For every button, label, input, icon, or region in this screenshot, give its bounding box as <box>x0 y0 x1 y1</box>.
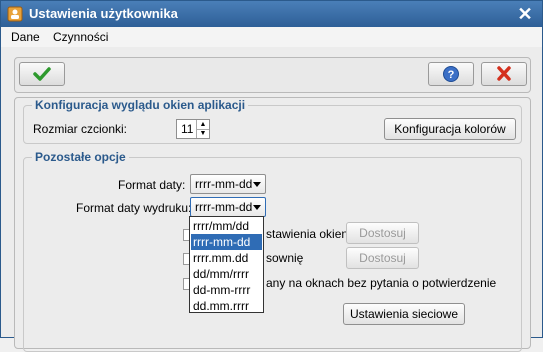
third-option-label: any na oknach bez pytania o potwierdzeni… <box>266 276 497 290</box>
chevron-down-icon <box>253 182 261 187</box>
window-settings-label: stawienia okien <box>266 227 349 241</box>
window-title: Ustawienia użytkownika <box>29 6 178 21</box>
dropdown-option[interactable]: rrrr.mm.dd <box>191 250 262 266</box>
svg-text:?: ? <box>448 69 455 81</box>
print-date-format-label: Format daty wydruku: <box>76 201 192 215</box>
spin-down-icon[interactable]: ▼ <box>196 129 209 138</box>
print-date-format-select[interactable]: rrrr-mm-dd <box>190 197 266 217</box>
other-options-legend: Pozostałe opcje <box>35 150 126 164</box>
second-option-label: sownię <box>266 251 304 265</box>
menu-dane[interactable]: Dane <box>11 30 40 44</box>
appearance-legend: Konfiguracja wyglądu okien aplikacji <box>35 98 246 112</box>
help-icon: ? <box>443 66 459 82</box>
confirm-button[interactable] <box>19 62 65 86</box>
settings-window: Ustawienia użytkownika ✕ Dane Czynności … <box>0 0 543 352</box>
date-format-dropdown-list: rrrr/mm/dd rrrr-mm-dd rrrr.mm.dd dd/mm/r… <box>189 216 264 313</box>
checkmark-icon <box>33 67 51 81</box>
cancel-x-icon <box>497 66 511 81</box>
print-date-format-value: rrrr-mm-dd <box>195 200 253 214</box>
dropdown-option[interactable]: dd-mm-rrrr <box>191 282 262 298</box>
date-format-label: Format daty: <box>118 178 186 192</box>
font-size-stepper[interactable]: 11 ▲ ▼ <box>176 119 210 139</box>
title-bar[interactable]: Ustawienia użytkownika ✕ <box>1 1 542 27</box>
menu-czynnosci[interactable]: Czynności <box>53 30 108 44</box>
app-icon <box>7 6 23 22</box>
help-button[interactable]: ? <box>428 62 474 86</box>
font-size-value: 11 <box>181 122 194 136</box>
toolbar: ? <box>14 57 531 93</box>
customize-button-2[interactable]: Dostosuj <box>346 247 419 269</box>
dropdown-option-selected[interactable]: rrrr-mm-dd <box>191 234 262 250</box>
font-size-label: Rozmiar czcionki: <box>33 122 128 136</box>
colors-config-button[interactable]: Konfiguracja kolorów <box>384 118 516 140</box>
date-format-value: rrrr-mm-dd <box>195 177 253 191</box>
chevron-down-icon <box>253 205 261 210</box>
network-settings-button[interactable]: Ustawienia sieciowe <box>343 303 465 325</box>
settings-panel: Konfiguracja wyglądu okien aplikacji Roz… <box>14 97 531 352</box>
dropdown-option[interactable]: dd/mm/rrrr <box>191 266 262 282</box>
dropdown-option[interactable]: rrrr/mm/dd <box>191 218 262 234</box>
menu-bar: Dane Czynności <box>1 27 542 47</box>
cancel-button[interactable] <box>481 62 527 86</box>
close-icon[interactable]: ✕ <box>516 5 534 23</box>
customize-button-1[interactable]: Dostosuj <box>346 222 419 244</box>
date-format-select[interactable]: rrrr-mm-dd <box>190 174 266 194</box>
dropdown-option[interactable]: dd.mm.rrrr <box>191 298 262 314</box>
